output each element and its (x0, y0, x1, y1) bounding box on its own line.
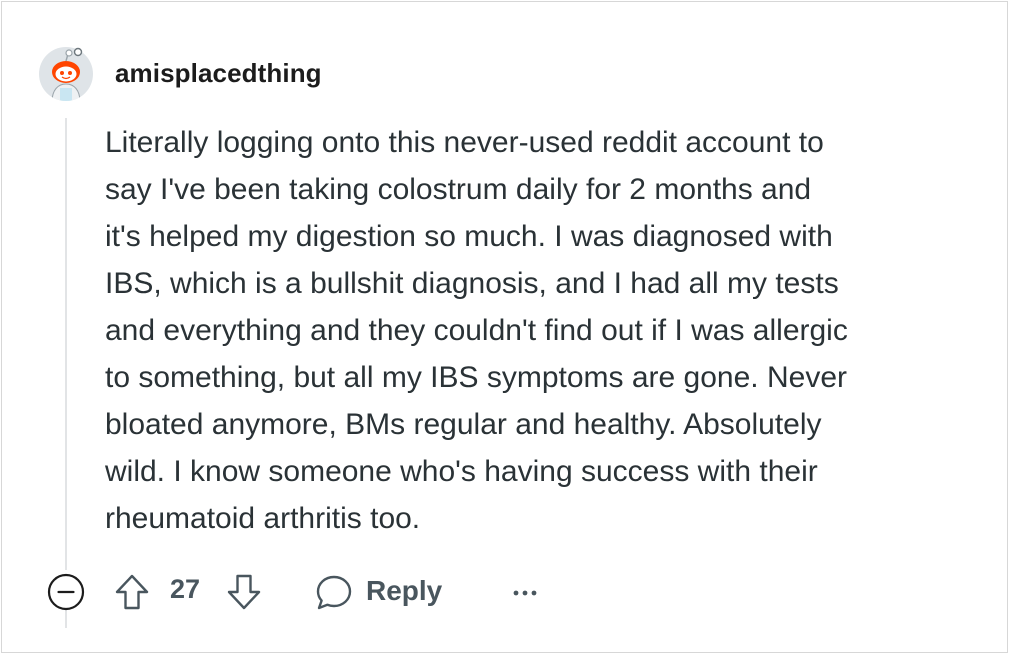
comment-body-line: to something, but all my IBS symptoms ar… (105, 361, 847, 394)
downvote-arrow-icon[interactable] (226, 572, 262, 612)
reply-label: Reply (366, 575, 443, 606)
more-dots-icon[interactable] (510, 578, 540, 608)
thread-line[interactable] (65, 118, 67, 570)
vote-score: 27 (170, 574, 201, 604)
collapse-minus-icon[interactable] (46, 572, 86, 612)
comment-body-line: IBS, which is a bullshit diagnosis, and … (105, 267, 839, 300)
comment-author[interactable]: amisplacedthing (115, 58, 322, 89)
comment-actions: 27 Reply (2, 568, 1007, 614)
comment-body-line: Literally logging onto this never-used r… (105, 126, 824, 159)
comment-body-line: and everything and they couldn't find ou… (105, 314, 848, 347)
comment-body: Literally logging onto this never-used r… (105, 119, 985, 542)
upvote-arrow-icon[interactable] (114, 572, 150, 612)
comment-body-line: wild. I know someone who's having succes… (105, 455, 818, 488)
comment-body-line: it's helped my digestion so much. I was … (105, 220, 833, 253)
comment-card: amisplacedthing Literally logging onto t… (1, 1, 1008, 653)
comment-body-line: bloated anymore, BMs regular and healthy… (105, 408, 822, 441)
comment-body-line: rheumatoid arthritis too. (105, 502, 421, 535)
speech-bubble-icon (314, 572, 354, 617)
comment-body-line: say I've been taking colostrum daily for… (105, 173, 812, 206)
snoo-avatar-icon[interactable] (38, 46, 94, 102)
